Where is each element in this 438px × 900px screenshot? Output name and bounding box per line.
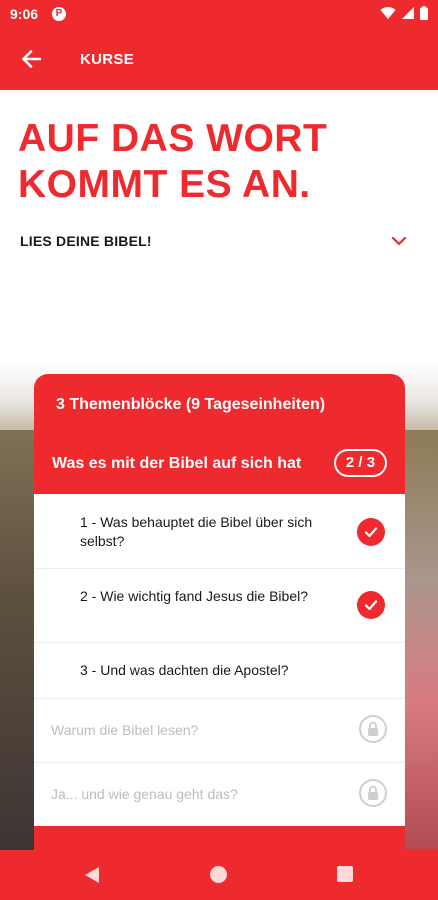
lesson-label: 1 - Was behauptet die Bibel über sich se… — [80, 514, 313, 549]
course-card-header: 3 Themenblöcke (9 Tageseinheiten) Was es… — [34, 374, 405, 494]
lesson-label: 2 - Wie wichtig fand Jesus die Bibel? — [80, 588, 308, 604]
headline-line-1: AUF DAS WORT — [18, 117, 328, 160]
locked-section-label: Warum die Bibel lesen? — [51, 722, 199, 738]
nav-back-icon[interactable] — [84, 866, 100, 884]
lesson-item-1[interactable]: 1 - Was behauptet die Bibel über sich se… — [34, 494, 405, 569]
check-circle-icon — [357, 591, 385, 619]
cell-signal-icon — [402, 7, 414, 19]
status-icons — [380, 6, 428, 20]
system-navigation-bar — [0, 850, 438, 900]
locked-section-2[interactable]: Ja... und wie genau geht das? — [34, 763, 405, 827]
background-image-right — [404, 430, 438, 850]
nav-recents-icon[interactable] — [337, 866, 353, 882]
battery-icon — [420, 6, 428, 20]
back-button[interactable] — [14, 43, 48, 75]
app-bar-title: KURSE — [80, 51, 135, 68]
status-time: 9:06 — [10, 6, 39, 22]
status-bar: 9:06 P — [0, 0, 438, 28]
blocks-summary: 3 Themenblöcke (9 Tageseinheiten) — [56, 396, 326, 413]
app-notification-icon: P — [52, 7, 66, 21]
locked-section-1[interactable]: Warum die Bibel lesen? — [34, 699, 405, 763]
lock-icon — [359, 715, 387, 743]
course-headline: AUF DAS WORT KOMMT ES AN. — [18, 116, 327, 208]
arrow-left-icon — [22, 50, 41, 68]
course-subtitle[interactable]: LIES DEINE BIBEL! — [20, 233, 152, 249]
lesson-item-3[interactable]: 3 - Und was dachten die Apostel? — [34, 643, 405, 699]
lesson-item-2[interactable]: 2 - Wie wichtig fand Jesus die Bibel? — [34, 569, 405, 643]
wifi-icon — [380, 7, 396, 20]
nav-home-icon[interactable] — [210, 866, 227, 883]
check-circle-icon — [357, 518, 385, 546]
app-bar: KURSE — [0, 28, 438, 90]
chevron-down-icon[interactable] — [390, 232, 408, 250]
progress-badge: 2 / 3 — [334, 449, 387, 477]
course-card: 3 Themenblöcke (9 Tageseinheiten) Was es… — [34, 374, 405, 850]
headline-line-2: KOMMT ES AN. — [18, 163, 311, 206]
lock-icon — [359, 779, 387, 807]
section-title[interactable]: Was es mit der Bibel auf sich hat — [52, 455, 301, 473]
locked-section-label: Ja... und wie genau geht das? — [51, 786, 238, 802]
course-card-footer — [34, 826, 405, 850]
lesson-label: 3 - Und was dachten die Apostel? — [80, 662, 289, 678]
